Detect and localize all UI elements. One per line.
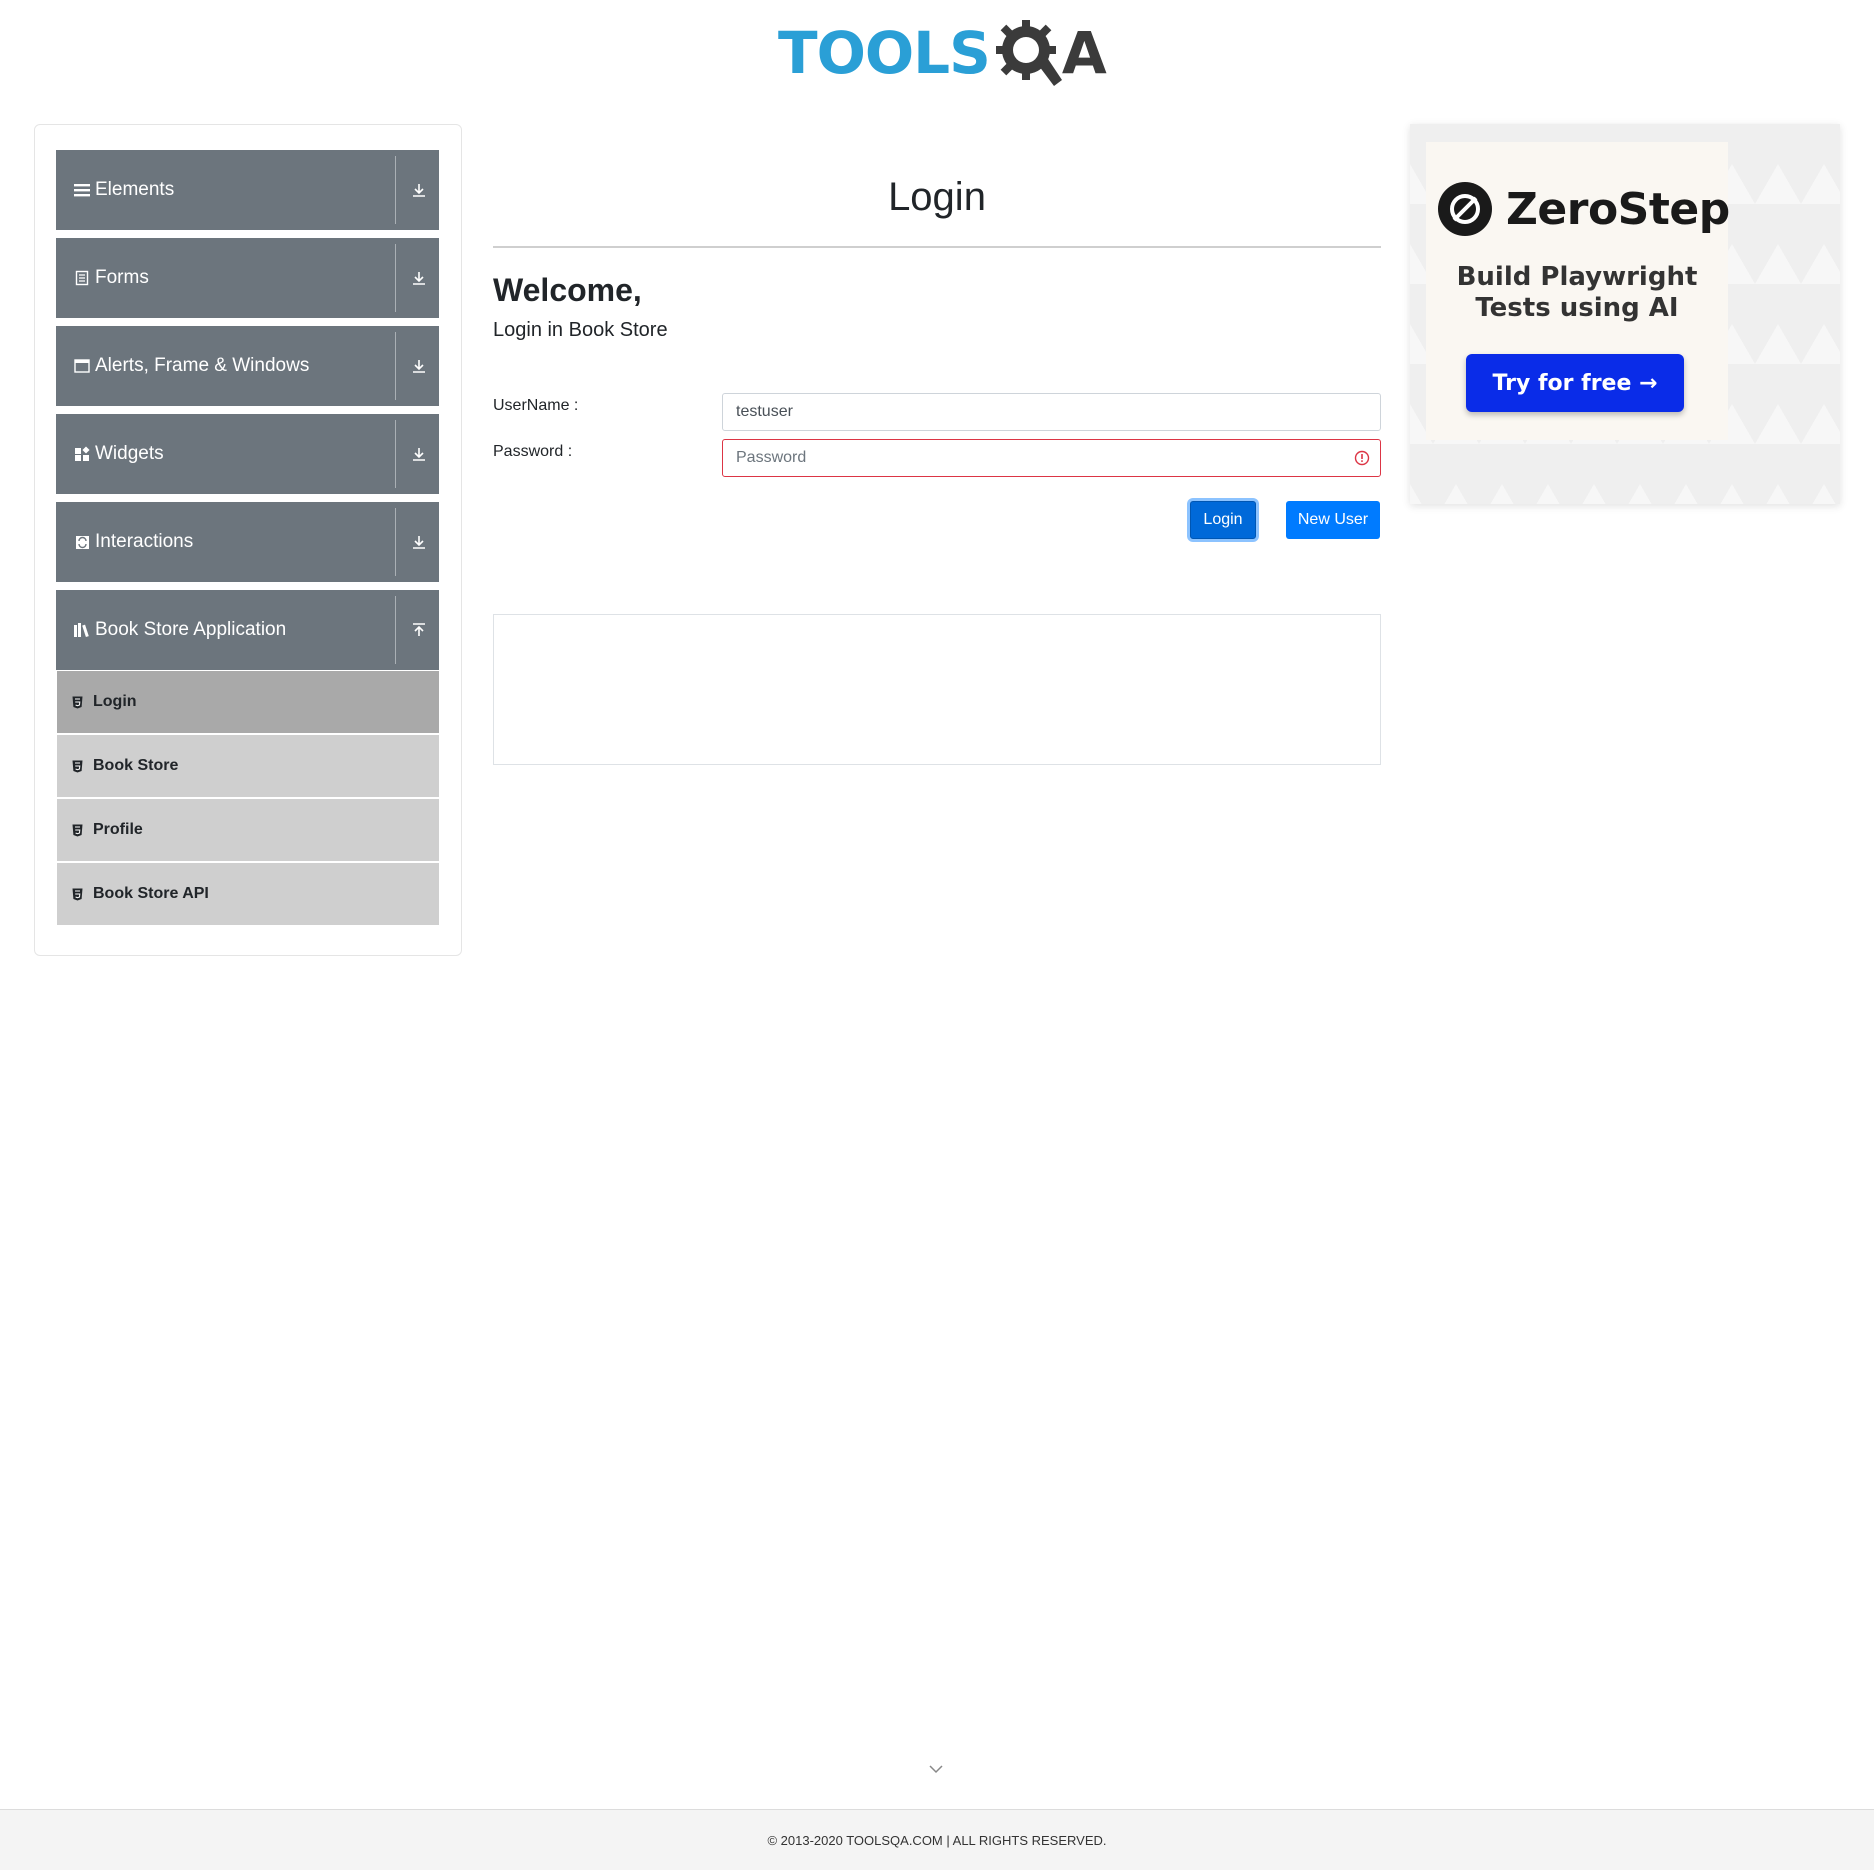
- sidebar-group-elements[interactable]: Elements: [56, 150, 439, 230]
- download-arrow-icon[interactable]: [407, 178, 431, 202]
- title-divider: [493, 246, 1381, 248]
- document-icon: [73, 269, 91, 287]
- gear-magnifier-icon: [992, 16, 1066, 90]
- sidebar-item-book-store[interactable]: Book Store: [57, 735, 439, 797]
- zerostep-logo-icon: [1438, 182, 1492, 236]
- sidebar-group-label: Book Store Application: [95, 619, 287, 640]
- hamburger-icon: [73, 181, 91, 199]
- sidebar-item-label: Book Store: [93, 757, 179, 774]
- sidebar-group-forms[interactable]: Forms: [56, 238, 439, 318]
- sidebar-group-label: Elements: [95, 179, 175, 200]
- logo-text: TOOLS: [778, 19, 991, 87]
- html5-icon: [70, 695, 84, 709]
- ad-brand: ZeroStep: [1438, 182, 1730, 236]
- divider: [395, 156, 396, 224]
- ad-tagline-line2: Tests using AI: [1475, 293, 1679, 324]
- sidebar-group-widgets[interactable]: Widgets: [56, 414, 439, 494]
- divider: [395, 508, 396, 576]
- widgets-icon: [73, 445, 91, 463]
- ad-tagline: Build Playwright Tests using AI: [1426, 262, 1728, 324]
- interactions-icon: [73, 533, 91, 551]
- sidebar-item-label: Profile: [93, 821, 143, 838]
- html5-icon: [70, 823, 84, 837]
- toolsqa-logo[interactable]: TOOLS A: [778, 14, 1107, 92]
- divider: [395, 332, 396, 400]
- welcome-heading: Welcome,: [493, 272, 642, 308]
- ad-card: ZeroStep Build Playwright Tests using AI…: [1426, 142, 1730, 440]
- new-user-button[interactable]: New User: [1286, 501, 1380, 539]
- html5-icon: [70, 759, 84, 773]
- try-for-free-button[interactable]: Try for free →: [1466, 354, 1684, 412]
- html5-icon: [70, 887, 84, 901]
- sidebar-group-label: Widgets: [95, 443, 164, 464]
- sidebar-item-label: Book Store API: [93, 885, 209, 902]
- username-value: testuser: [736, 403, 793, 420]
- password-placeholder: Password: [736, 449, 807, 466]
- sidebar-group-label: Interactions: [95, 531, 194, 552]
- download-arrow-icon[interactable]: [407, 354, 431, 378]
- page-title: Login: [888, 175, 986, 219]
- books-icon: [73, 621, 91, 639]
- username-input[interactable]: testuser: [722, 393, 1381, 431]
- login-subheading: Login in Book Store: [493, 319, 668, 341]
- footer: © 2013-2020 TOOLSQA.COM | ALL RIGHTS RES…: [0, 1809, 1874, 1870]
- logo-suffix: A: [1061, 19, 1107, 87]
- sidebar-group-interactions[interactable]: Interactions: [56, 502, 439, 582]
- sidebar-item-profile[interactable]: Profile: [57, 799, 439, 861]
- output-panel: [493, 614, 1381, 765]
- sidebar-group-label: Forms: [95, 267, 149, 288]
- window-icon: [73, 357, 91, 375]
- sidebar-group-alerts[interactable]: Alerts, Frame & Windows: [56, 326, 439, 406]
- download-arrow-icon[interactable]: [407, 442, 431, 466]
- download-arrow-icon[interactable]: [407, 266, 431, 290]
- footer-copyright: © 2013-2020 TOOLSQA.COM | ALL RIGHTS RES…: [767, 1832, 1107, 1848]
- sidebar-item-label: Login: [93, 693, 137, 710]
- sidebar-item-login[interactable]: Login: [57, 671, 439, 733]
- ad-brand-name: ZeroStep: [1506, 183, 1730, 235]
- upload-arrow-icon[interactable]: [407, 618, 431, 642]
- divider: [395, 596, 396, 664]
- zerostep-ad[interactable]: ZeroStep Build Playwright Tests using AI…: [1410, 124, 1840, 504]
- chevron-down-icon[interactable]: [926, 1762, 946, 1776]
- username-label: UserName :: [493, 397, 579, 414]
- password-input[interactable]: Password: [722, 439, 1381, 477]
- sidebar-menu: Elements Forms Alerts, Frame & Windows W…: [34, 124, 462, 956]
- password-label: Password :: [493, 443, 573, 460]
- sidebar-group-book-store-application[interactable]: Book Store Application: [56, 590, 439, 670]
- error-icon: [1354, 450, 1370, 466]
- ad-tagline-line1: Build Playwright: [1456, 262, 1698, 292]
- login-button[interactable]: Login: [1190, 501, 1256, 539]
- download-arrow-icon[interactable]: [407, 530, 431, 554]
- divider: [395, 420, 396, 488]
- divider: [395, 244, 396, 312]
- sidebar-item-book-store-api[interactable]: Book Store API: [57, 863, 439, 925]
- sidebar-group-label: Alerts, Frame & Windows: [95, 355, 310, 376]
